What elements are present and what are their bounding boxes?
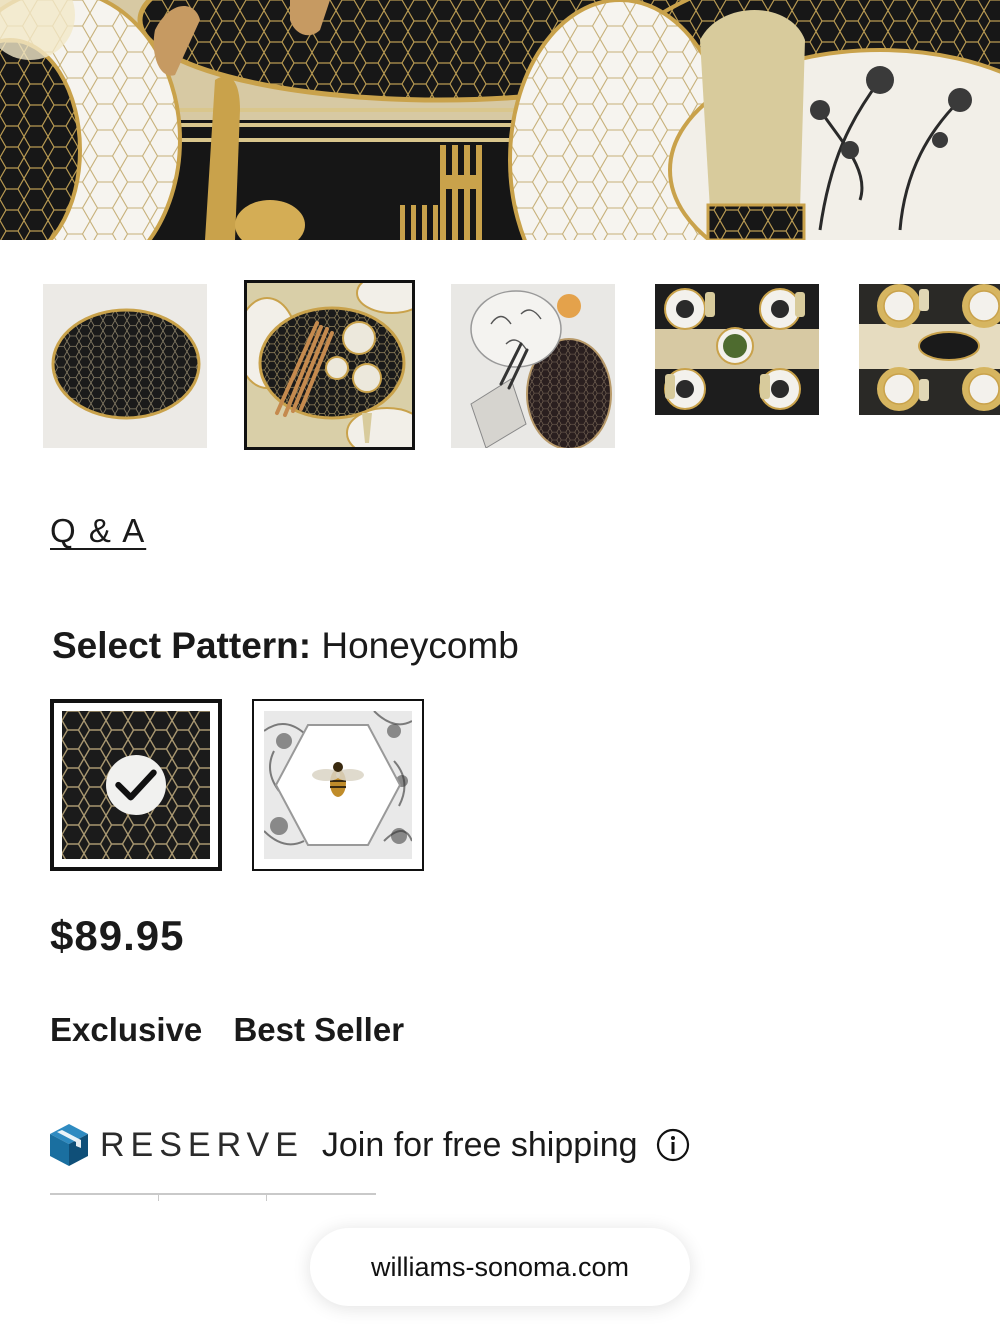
reserve-text: Join for free shipping	[321, 1125, 638, 1164]
product-badges: Exclusive Best Seller	[50, 1011, 426, 1049]
thumbnail-1[interactable]	[43, 284, 207, 448]
qa-link[interactable]: Q & A	[50, 512, 146, 550]
thumbnail-gallery	[0, 280, 1000, 452]
badge-exclusive: Exclusive	[50, 1011, 203, 1048]
pattern-swatch-bee[interactable]	[252, 699, 424, 871]
thumbnail-4[interactable]	[655, 284, 819, 415]
price: $89.95	[50, 912, 185, 959]
pattern-value: Honeycomb	[321, 625, 519, 666]
pattern-heading: Select Pattern: Honeycomb	[52, 625, 519, 667]
browser-url-bar[interactable]: williams-sonoma.com	[310, 1228, 690, 1306]
hero-image	[0, 0, 1000, 240]
table-setting-overhead-photo	[655, 284, 819, 415]
badge-best-seller: Best Seller	[233, 1011, 405, 1048]
pattern-label: Select Pattern:	[52, 625, 312, 666]
pattern-swatch-honeycomb[interactable]	[50, 699, 222, 871]
bee-swatch	[264, 711, 412, 859]
info-icon[interactable]	[656, 1128, 690, 1162]
platter-with-breadsticks-photo	[247, 283, 412, 447]
thumbnail-2[interactable]	[244, 280, 415, 450]
reserve-promo[interactable]: RESERVE Join for free shipping	[48, 1120, 690, 1170]
thumbnail-5[interactable]	[859, 284, 1000, 415]
quantity-control-edge	[50, 1193, 376, 1201]
table-setting-gold-photo	[859, 284, 1000, 415]
reserve-wordmark: RESERVE	[100, 1125, 304, 1164]
thumbnail-3[interactable]	[451, 284, 615, 448]
platter-with-bowls-photo	[451, 284, 615, 448]
selected-check-icon	[106, 755, 166, 815]
platter-honeycomb-photo	[43, 284, 207, 448]
reserve-box-icon	[50, 1124, 88, 1166]
